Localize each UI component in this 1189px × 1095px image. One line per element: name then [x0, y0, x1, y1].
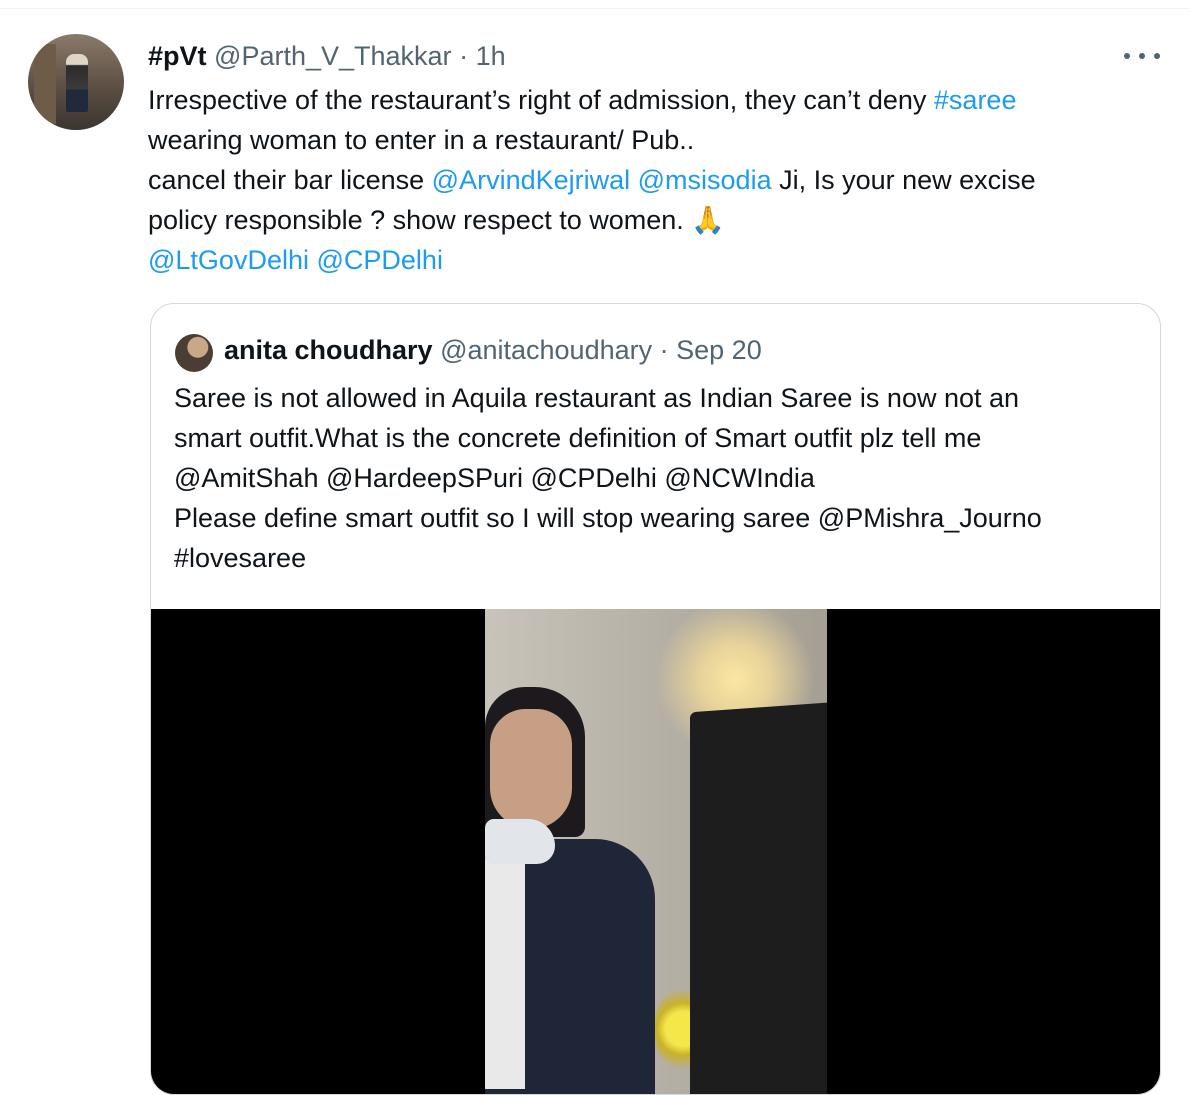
quoted-tweet-date[interactable]: Sep 20 — [676, 335, 762, 365]
tweet-line-1: Irrespective of the restaurant’s right o… — [148, 80, 1158, 120]
quoted-line-1: Saree is not allowed in Aquila restauran… — [174, 383, 1020, 413]
quoted-author-avatar[interactable] — [175, 334, 213, 372]
more-horizontal-icon[interactable] — [1124, 50, 1160, 62]
quoted-author-handle[interactable]: @anitachoudhary — [440, 335, 652, 365]
mention-ltgovdelhi[interactable]: @LtGovDelhi — [148, 245, 309, 275]
video-player[interactable] — [151, 609, 1160, 1094]
quoted-line-3: @AmitShah @HardeepSPuri @CPDelhi @NCWInd… — [174, 463, 815, 493]
mention-cpdelhi[interactable]: @CPDelhi — [317, 245, 443, 275]
tweet-text-segment — [630, 165, 638, 195]
tweet-line-5: @LtGovDelhi @CPDelhi — [148, 240, 1158, 280]
author-handle[interactable]: @Parth_V_Thakkar — [214, 41, 452, 71]
mention-msisodia[interactable]: @msisodia — [638, 165, 772, 195]
tweet-line-4: policy responsible ? show respect to wom… — [148, 205, 725, 235]
quoted-tweet-header: anita choudhary @anitachoudhary · Sep 20 — [224, 332, 762, 368]
author-avatar[interactable] — [28, 34, 124, 130]
tweet-text-segment: Irrespective of the restaurant’s right o… — [148, 85, 934, 115]
tweet-header: #pVt @Parth_V_Thakkar · 1h — [148, 38, 506, 74]
tweet-text-segment — [309, 245, 317, 275]
mention-arvindkejriwal[interactable]: @ArvindKejriwal — [432, 165, 630, 195]
tweet-time[interactable]: 1h — [476, 41, 506, 71]
author-name[interactable]: #pVt — [148, 41, 207, 71]
quoted-tweet[interactable]: anita choudhary @anitachoudhary · Sep 20… — [150, 303, 1161, 1095]
tweet-text-segment: Ji, Is your new excise — [771, 165, 1036, 195]
tweet-line-3: cancel their bar license @ArvindKejriwal… — [148, 160, 1158, 200]
quoted-author-name[interactable]: anita choudhary — [224, 335, 433, 365]
quoted-line-4: Please define smart outfit so I will sto… — [174, 503, 1042, 533]
tweet-line-2: wearing woman to enter in a restaurant/ … — [148, 125, 695, 155]
quoted-line-2: smart outfit.What is the concrete defini… — [174, 423, 982, 453]
tweet-text-segment: cancel their bar license — [148, 165, 432, 195]
separator-dot: · — [659, 335, 669, 365]
quoted-tweet-text: Saree is not allowed in Aquila restauran… — [174, 378, 1144, 578]
separator-dot: · — [459, 41, 469, 71]
tweet[interactable]: #pVt @Parth_V_Thakkar · 1h Irrespective … — [0, 0, 1189, 1095]
tweet-text: Irrespective of the restaurant’s right o… — [148, 80, 1158, 280]
hashtag-saree[interactable]: #saree — [934, 85, 1017, 115]
quoted-line-5: #lovesaree — [174, 543, 307, 573]
video-frame — [485, 609, 827, 1094]
